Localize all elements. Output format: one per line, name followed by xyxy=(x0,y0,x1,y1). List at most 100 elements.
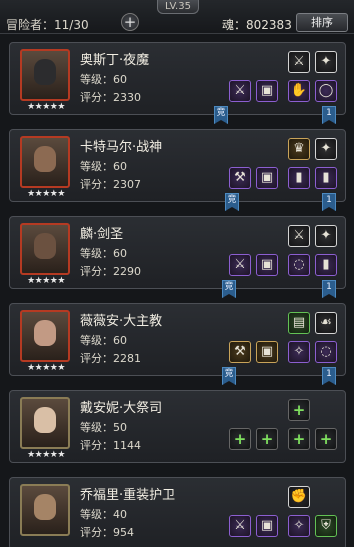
boots-icon[interactable]: ▮ xyxy=(315,167,337,189)
hero-score: 评分：2281 xyxy=(80,350,141,366)
arena-badge: 竞 xyxy=(225,193,239,211)
star-rating: ★★★★★ xyxy=(27,363,65,373)
scroll-icon[interactable]: ▮ xyxy=(315,254,337,276)
level-label: 等级： xyxy=(80,421,113,434)
score-label: 评分： xyxy=(80,91,113,104)
hero-score: 评分：1144 xyxy=(80,437,141,453)
roster-count: 冒险者：11/30 xyxy=(6,16,89,33)
hero-level: 等级：50 xyxy=(80,419,127,435)
hero-portrait xyxy=(20,397,70,449)
sort-button[interactable]: 排序 xyxy=(296,13,348,32)
gem-icon[interactable]: ✧ xyxy=(288,341,310,363)
score-value: 2330 xyxy=(113,91,141,104)
hero-portrait xyxy=(20,484,70,536)
armor-icon[interactable]: ▣ xyxy=(256,515,278,537)
robe-icon[interactable]: ▣ xyxy=(256,341,278,363)
star-rating: ★★★★★ xyxy=(27,102,65,112)
hero-card[interactable]: 乔福里·重装护卫 等级：40 评分：954 ✊ ⚔ ▣ ✧ ⛨ xyxy=(9,477,346,547)
level-label: 等级： xyxy=(80,334,113,347)
hero-name: 奥斯丁·夜魔 xyxy=(80,53,150,68)
armor-icon[interactable]: ▣ xyxy=(256,167,278,189)
score-value: 1144 xyxy=(113,439,141,452)
score-value: 2307 xyxy=(113,178,141,191)
staff-icon[interactable]: ⚒ xyxy=(229,341,251,363)
spirit-icon[interactable]: ☙ xyxy=(315,312,337,334)
armor-icon[interactable]: ▣ xyxy=(256,80,278,102)
blade-icon[interactable]: ⚔ xyxy=(229,254,251,276)
star-rating xyxy=(20,538,72,547)
hero-level: 等级：60 xyxy=(80,245,127,261)
add-equipment-icon[interactable]: + xyxy=(288,399,310,421)
sword-icon[interactable]: ⚔ xyxy=(288,225,310,247)
trophy-icon[interactable]: ♛ xyxy=(288,138,310,160)
score-label: 评分： xyxy=(80,178,113,191)
book-icon[interactable]: ▤ xyxy=(288,312,310,334)
arena-badge: 竞 xyxy=(222,280,236,298)
level-value: 50 xyxy=(113,421,127,434)
level-value: 60 xyxy=(113,247,127,260)
hero-card[interactable]: ★★★★★ 卡特马尔·战神 等级：60 评分：2307 ♛ ✦ ⚒ ▣ ▮ ▮ xyxy=(9,129,346,202)
hero-score: 评分：954 xyxy=(80,524,134,540)
level-label: 等级： xyxy=(80,508,113,521)
glove-icon[interactable]: ✋ xyxy=(288,80,310,102)
add-equipment-icon[interactable]: + xyxy=(315,428,337,450)
arena-badge: 竞 xyxy=(214,106,228,124)
shield-icon[interactable]: ⛨ xyxy=(315,515,337,537)
level-value: 60 xyxy=(113,334,127,347)
score-label: 评分： xyxy=(80,352,113,365)
score-label: 评分： xyxy=(80,526,113,539)
hero-card[interactable]: ★★★★★ 麟·剑圣 等级：60 评分：2290 ⚔ ✦ ⚔ ▣ ◌ ▮ xyxy=(9,216,346,289)
gem-icon[interactable]: ✧ xyxy=(288,515,310,537)
level-value: 40 xyxy=(113,508,127,521)
axe-icon[interactable]: ⚒ xyxy=(229,167,251,189)
hero-name: 麟·剑圣 xyxy=(80,227,124,242)
add-adventurer-button[interactable]: + xyxy=(121,13,139,31)
hero-name: 薇薇安·大主教 xyxy=(80,314,163,329)
add-equipment-icon[interactable]: + xyxy=(229,428,251,450)
roster-label: 冒险者： xyxy=(6,18,55,32)
star-rating: ★★★★★ xyxy=(27,189,65,199)
armor-icon[interactable]: ▣ xyxy=(256,254,278,276)
sword-icon[interactable]: ⚔ xyxy=(288,51,310,73)
hero-card[interactable]: ★★★★★ 薇薇安·大主教 等级：60 评分：2281 ▤ ☙ ⚒ ▣ ✧ ◌ xyxy=(9,303,346,376)
claw-icon[interactable]: ✦ xyxy=(315,225,337,247)
arena-badge: 竞 xyxy=(222,367,236,385)
soul-currency: 魂：802383 xyxy=(222,16,292,33)
dagger-icon[interactable]: ⚔ xyxy=(229,80,251,102)
add-equipment-icon[interactable]: + xyxy=(288,428,310,450)
hero-score: 评分：2307 xyxy=(80,176,141,192)
score-value: 2290 xyxy=(113,265,141,278)
roster-value: 11/30 xyxy=(54,18,89,32)
hero-level: 等级：60 xyxy=(80,71,127,87)
hero-portrait xyxy=(20,49,70,101)
add-equipment-icon[interactable]: + xyxy=(256,428,278,450)
hero-name: 卡特马尔·战神 xyxy=(80,140,163,155)
player-level: LV.35 xyxy=(157,0,199,14)
score-value: 954 xyxy=(113,526,134,539)
gauntlet-icon[interactable]: ▮ xyxy=(288,167,310,189)
hero-level: 等级：40 xyxy=(80,506,127,522)
fist-icon[interactable]: ✊ xyxy=(288,486,310,508)
amulet-icon[interactable]: ◌ xyxy=(315,341,337,363)
ring-icon[interactable]: ◯ xyxy=(315,80,337,102)
hero-level: 等级：60 xyxy=(80,332,127,348)
sword-icon[interactable]: ⚔ xyxy=(229,515,251,537)
rank-badge: 1 xyxy=(322,106,336,124)
hero-portrait xyxy=(20,223,70,275)
level-label: 等级： xyxy=(80,247,113,260)
claw-icon[interactable]: ✦ xyxy=(315,138,337,160)
hero-card[interactable]: ★★★★★ 奥斯丁·夜魔 等级：60 评分：2330 ⚔ ✦ ⚔ ▣ ✋ ◯ xyxy=(9,42,346,115)
level-label: 等级： xyxy=(80,73,113,86)
hero-name: 戴安妮·大祭司 xyxy=(80,401,163,416)
star-rating: ★★★★★ xyxy=(27,450,65,460)
claw-icon[interactable]: ✦ xyxy=(315,51,337,73)
hero-portrait xyxy=(20,310,70,362)
hero-score: 评分：2290 xyxy=(80,263,141,279)
necklace-icon[interactable]: ◌ xyxy=(288,254,310,276)
hero-card[interactable]: ★★★★★ 戴安妮·大祭司 等级：50 评分：1144 + + + + + xyxy=(9,390,346,463)
rank-badge: 1 xyxy=(322,280,336,298)
score-value: 2281 xyxy=(113,352,141,365)
hero-portrait xyxy=(20,136,70,188)
hero-level: 等级：60 xyxy=(80,158,127,174)
rank-badge: 1 xyxy=(322,367,336,385)
